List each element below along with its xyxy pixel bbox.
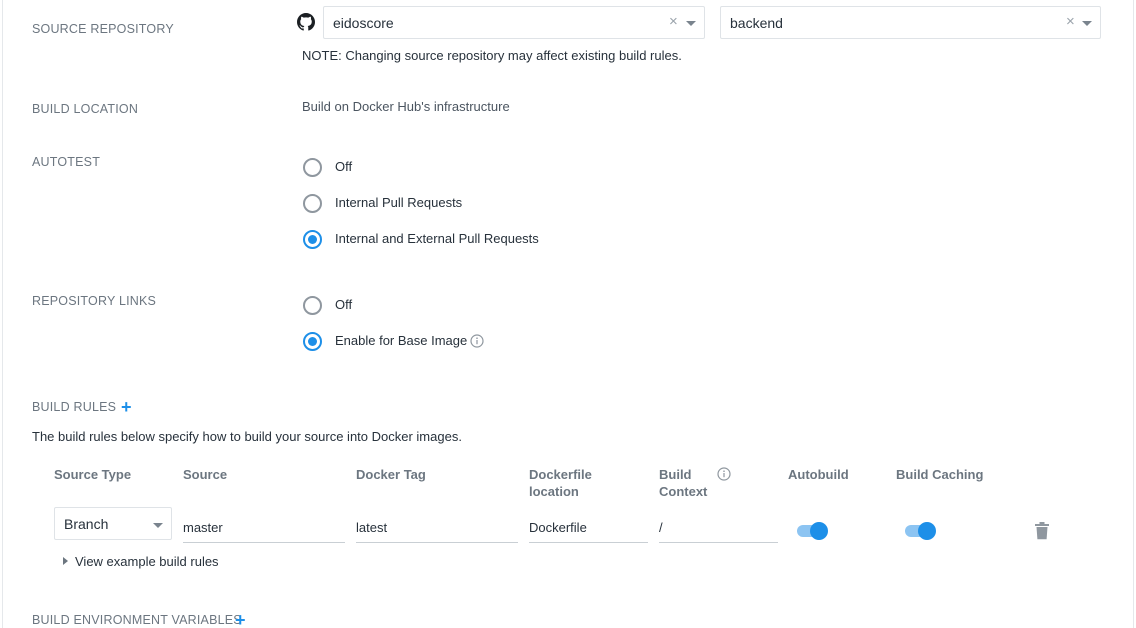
col-build-context-line1: Build xyxy=(659,467,692,482)
build-rules-description: The build rules below specify how to bui… xyxy=(32,429,462,444)
repo-links-off-label[interactable]: Off xyxy=(335,297,352,312)
build-rules-label: BUILD RULES xyxy=(32,400,117,414)
source-type-value: Branch xyxy=(64,516,109,532)
autotest-off-radio[interactable] xyxy=(303,158,322,177)
autotest-internal-external-label[interactable]: Internal and External Pull Requests xyxy=(335,231,539,246)
dockerfile-location-input[interactable]: Dockerfile xyxy=(529,512,648,543)
col-docker-tag: Docker Tag xyxy=(356,467,426,482)
source-type-select[interactable]: Branch xyxy=(54,507,172,540)
col-source-type: Source Type xyxy=(54,467,132,482)
source-value: master xyxy=(183,520,223,535)
repository-value: backend xyxy=(730,15,783,31)
repository-clear-icon[interactable]: × xyxy=(1066,13,1075,30)
source-input[interactable]: master xyxy=(183,512,345,543)
build-env-vars-label: BUILD ENVIRONMENT VARIABLES xyxy=(32,613,242,627)
repo-links-base-image-radio[interactable] xyxy=(303,332,322,351)
chevron-down-icon[interactable] xyxy=(1082,21,1092,26)
col-autobuild: Autobuild xyxy=(788,467,849,482)
add-env-var-button[interactable]: + xyxy=(235,611,246,628)
col-dockerfile-location-line2: location xyxy=(529,484,579,499)
add-build-rule-button[interactable]: + xyxy=(121,398,132,416)
organization-select[interactable]: eidoscore × xyxy=(323,6,705,39)
organization-clear-icon[interactable]: × xyxy=(669,13,678,30)
docker-tag-value: latest xyxy=(356,520,388,535)
toggle-knob xyxy=(918,522,936,540)
repo-links-off-radio[interactable] xyxy=(303,296,322,315)
repository-links-label: REPOSITORY LINKS xyxy=(32,294,157,308)
github-icon xyxy=(297,13,315,31)
toggle-knob xyxy=(810,522,828,540)
col-source: Source xyxy=(183,467,228,482)
view-example-build-rules-link[interactable]: View example build rules xyxy=(75,554,219,569)
col-dockerfile-location-line1: Dockerfile xyxy=(529,467,592,482)
chevron-down-icon[interactable] xyxy=(153,523,163,528)
build-location-value: Build on Docker Hub's infrastructure xyxy=(302,99,510,114)
col-build-caching: Build Caching xyxy=(896,467,984,482)
chevron-down-icon[interactable] xyxy=(686,21,696,26)
source-repository-label: SOURCE REPOSITORY xyxy=(32,22,174,36)
build-context-value: / xyxy=(659,520,663,535)
repository-select[interactable]: backend × xyxy=(720,6,1101,39)
trash-icon[interactable] xyxy=(1034,522,1050,540)
col-dockerfile-location: Dockerfile location xyxy=(529,466,592,500)
autotest-internal-external-radio[interactable] xyxy=(303,230,322,249)
caret-right-icon[interactable] xyxy=(63,557,68,565)
info-icon[interactable] xyxy=(717,467,731,481)
autobuild-toggle[interactable] xyxy=(797,521,829,540)
autotest-off-label[interactable]: Off xyxy=(335,159,352,174)
col-build-context: Build Context xyxy=(659,466,707,500)
autotest-internal-radio[interactable] xyxy=(303,194,322,213)
page-border-left xyxy=(2,0,3,628)
col-build-context-line2: Context xyxy=(659,484,708,499)
autotest-internal-label[interactable]: Internal Pull Requests xyxy=(335,195,462,210)
dockerfile-location-value: Dockerfile xyxy=(529,520,587,535)
source-repository-note: NOTE: Changing source repository may aff… xyxy=(302,48,682,63)
docker-tag-input[interactable]: latest xyxy=(356,512,518,543)
build-caching-toggle[interactable] xyxy=(905,521,937,540)
info-icon[interactable] xyxy=(470,334,484,348)
build-context-input[interactable]: / xyxy=(659,512,778,543)
page-border-right xyxy=(1133,0,1134,628)
organization-value: eidoscore xyxy=(333,15,394,31)
build-location-label: BUILD LOCATION xyxy=(32,102,139,116)
autotest-label: AUTOTEST xyxy=(32,155,101,169)
repo-links-base-image-label[interactable]: Enable for Base Image xyxy=(335,333,467,348)
